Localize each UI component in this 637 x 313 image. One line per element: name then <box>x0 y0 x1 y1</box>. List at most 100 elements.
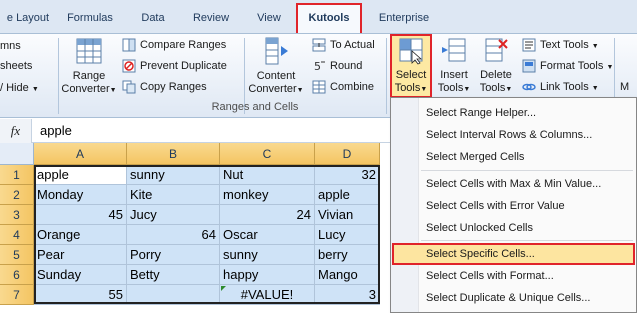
error-indicator-icon <box>221 286 226 291</box>
row-header-7[interactable]: 7 <box>0 285 34 305</box>
cell-c1[interactable]: Nut <box>220 165 315 185</box>
menu-item-select-range-helper[interactable]: Select Range Helper... <box>392 102 635 124</box>
ribbon-partial-item-2[interactable]: sheets <box>0 57 32 76</box>
tab-data[interactable]: Data <box>133 7 173 29</box>
tab-page-layout[interactable]: e Layout <box>0 7 56 29</box>
cell-a2[interactable]: Monday <box>34 185 127 205</box>
cell-c7[interactable]: #VALUE! <box>220 285 315 305</box>
combine-button[interactable]: Combine <box>312 78 374 97</box>
insert-tools-label-2: Tools <box>437 82 464 94</box>
cell-b7[interactable] <box>127 285 220 305</box>
row-header-2[interactable]: 2 <box>0 185 34 205</box>
column-header-d[interactable]: D <box>315 143 380 165</box>
copy-ranges-icon <box>122 80 136 94</box>
link-tools-button[interactable]: Link Tools ▼ <box>522 78 599 97</box>
to-actual-label: To Actual <box>330 39 375 51</box>
menu-item-select-unlocked-cells[interactable]: Select Unlocked Cells <box>392 217 635 239</box>
cell-c2[interactable]: monkey <box>220 185 315 205</box>
cell-c5[interactable]: sunny <box>220 245 315 265</box>
range-converter-button[interactable]: Range Converter▼ <box>60 36 118 97</box>
menu-item-select-duplicate-unique-cells[interactable]: Select Duplicate & Unique Cells... <box>392 287 635 309</box>
cell-d7[interactable]: 3 <box>315 285 380 305</box>
cell-b5[interactable]: Porry <box>127 245 220 265</box>
cell-a6[interactable]: Sunday <box>34 265 127 285</box>
content-converter-button[interactable]: Content Converter▼ <box>246 36 306 97</box>
column-header-b[interactable]: B <box>127 143 220 165</box>
insert-tools-button[interactable]: Insert Tools▼ <box>434 37 474 96</box>
select-tools-menu: Select Range Helper... Select Interval Ro… <box>390 97 637 313</box>
cell-b1[interactable]: sunny <box>127 165 220 185</box>
cell-a4[interactable]: Orange <box>34 225 127 245</box>
row-header-6[interactable]: 6 <box>0 265 34 285</box>
cell-d1[interactable]: 32 <box>315 165 380 185</box>
delete-tools-button[interactable]: Delete Tools▼ <box>476 37 516 96</box>
insert-tools-label-1: Insert <box>440 69 468 81</box>
prevent-duplicate-icon <box>122 59 136 73</box>
ribbon-separator <box>386 38 387 114</box>
menu-item-select-interval-rows-columns[interactable]: Select Interval Rows & Columns... <box>392 124 635 146</box>
cell-a7[interactable]: 55 <box>34 285 127 305</box>
formula-input[interactable]: apple <box>40 119 72 143</box>
cell-a3[interactable]: 45 <box>34 205 127 225</box>
cell-d2[interactable]: apple <box>315 185 380 205</box>
prevent-duplicate-button[interactable]: Prevent Duplicate <box>122 57 227 76</box>
ribbon-separator <box>58 38 59 114</box>
cell-c3[interactable]: 24 <box>220 205 315 225</box>
cell-b2[interactable]: Kite <box>127 185 220 205</box>
delete-tools-label-1: Delete <box>480 69 512 81</box>
menu-item-select-specific-cells[interactable]: Select Specific Cells... <box>392 243 635 265</box>
column-header-a[interactable]: A <box>34 143 127 165</box>
cell-b6[interactable]: Betty <box>127 265 220 285</box>
delete-tools-icon <box>485 38 508 62</box>
group-label-ranges-cells: Ranges and Cells <box>211 101 299 113</box>
ribbon-partial-item-1[interactable]: mns <box>0 37 21 56</box>
cell-d6[interactable]: Mango <box>315 265 380 285</box>
format-tools-label: Format Tools <box>540 60 604 72</box>
menu-item-select-merged-cells[interactable]: Select Merged Cells <box>392 146 635 168</box>
round-button[interactable]: 5 Round <box>312 57 362 76</box>
tab-enterprise[interactable]: Enterprise <box>371 7 437 29</box>
ribbon-tab-bar: e Layout Formulas Data Review View Kutoo… <box>0 0 637 33</box>
cell-c6[interactable]: happy <box>220 265 315 285</box>
tab-view[interactable]: View <box>250 7 288 29</box>
menu-separator <box>421 240 633 241</box>
cell-a1[interactable]: apple <box>34 165 127 185</box>
compare-ranges-button[interactable]: Compare Ranges <box>122 36 226 55</box>
cell-d3[interactable]: Vivian <box>315 205 380 225</box>
select-tools-button[interactable]: Select Tools▼ <box>390 37 432 96</box>
copy-ranges-button[interactable]: Copy Ranges <box>122 78 207 97</box>
tab-review[interactable]: Review <box>186 7 236 29</box>
content-converter-label-2: Converter <box>248 83 297 95</box>
fx-icon[interactable]: fx <box>0 119 32 143</box>
row-header-3[interactable]: 3 <box>0 205 34 225</box>
select-all-corner[interactable] <box>0 143 34 165</box>
ribbon-partial-right[interactable]: M <box>620 78 629 97</box>
cell-a5[interactable]: Pear <box>34 245 127 265</box>
row-header-1[interactable]: 1 <box>0 165 34 185</box>
round-label: Round <box>330 60 363 72</box>
cell-d5[interactable]: berry <box>315 245 380 265</box>
menu-item-select-cells-with-format[interactable]: Select Cells with Format... <box>392 265 635 287</box>
combine-icon <box>312 80 326 94</box>
tab-formulas[interactable]: Formulas <box>62 7 118 29</box>
menu-item-select-cells-with-max-min-value[interactable]: Select Cells with Max & Min Value... <box>392 173 635 195</box>
range-converter-label-2: Converter <box>61 83 110 95</box>
cell-b4[interactable]: 64 <box>127 225 220 245</box>
tab-kutools[interactable]: Kutools <box>296 3 362 33</box>
format-tools-button[interactable]: Format Tools ▼ <box>522 57 613 76</box>
text-tools-button[interactable]: Text Tools ▼ <box>522 36 599 55</box>
cell-d4[interactable]: Lucy <box>315 225 380 245</box>
cell-c4[interactable]: Oscar <box>220 225 315 245</box>
ribbon-partial-item-3[interactable]: / Hide ▼ <box>0 79 39 98</box>
select-tools-icon <box>399 38 423 65</box>
menu-separator <box>421 170 633 171</box>
cell-b3[interactable]: Jucy <box>127 205 220 225</box>
row-header-4[interactable]: 4 <box>0 225 34 245</box>
menu-item-select-cells-with-error-value[interactable]: Select Cells with Error Value <box>392 195 635 217</box>
copy-ranges-label: Copy Ranges <box>140 81 207 93</box>
row-header-5[interactable]: 5 <box>0 245 34 265</box>
column-header-c[interactable]: C <box>220 143 315 165</box>
to-actual-button[interactable]: To Actual <box>312 36 375 55</box>
range-grid-icon <box>76 38 102 64</box>
insert-tools-icon <box>442 38 466 62</box>
